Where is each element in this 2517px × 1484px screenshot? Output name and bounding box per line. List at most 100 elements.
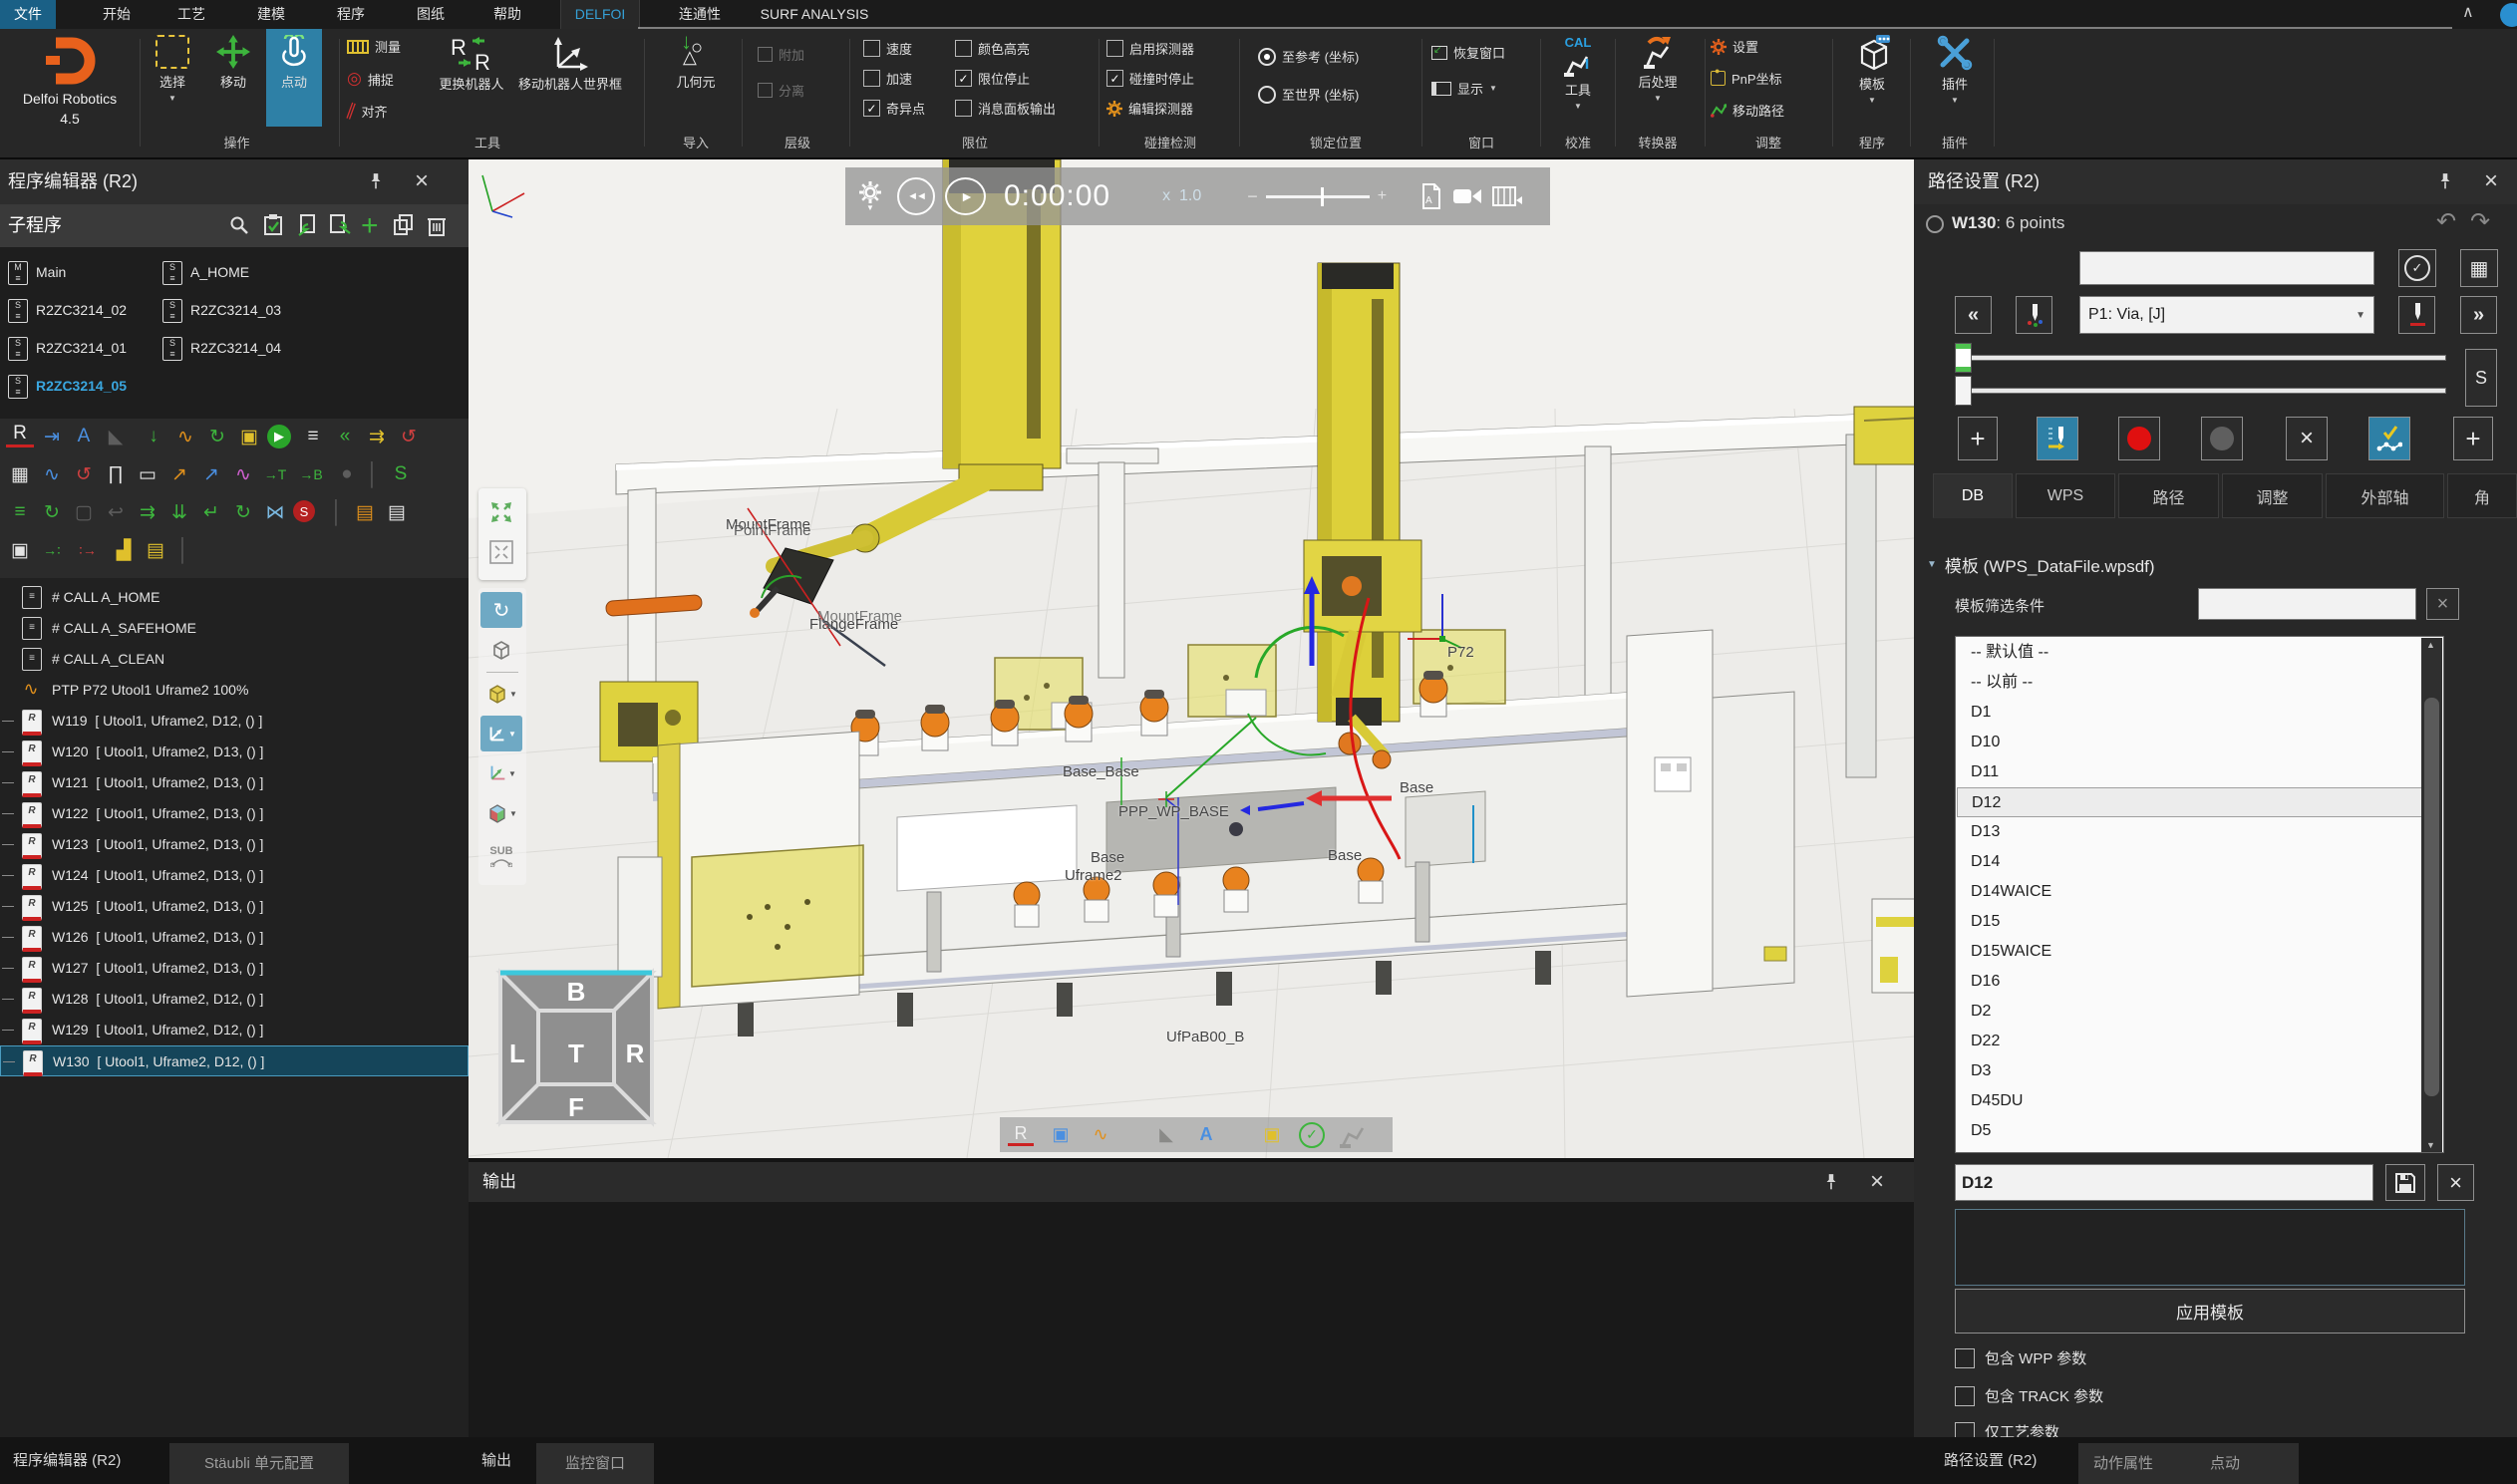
add-subprogram-icon[interactable]: +: [361, 204, 379, 247]
list-item[interactable]: M≡ Main S≡ A_HOME: [0, 257, 469, 287]
list-item[interactable]: S≡ R2ZC3214_01 S≡ R2ZC3214_04: [0, 333, 469, 363]
tab-motion-properties[interactable]: 动作属性: [2093, 1443, 2153, 1484]
branch-icon[interactable]: ⇉: [134, 498, 161, 526]
goto-point-button[interactable]: [2016, 296, 2052, 334]
statement-row-selected[interactable]: RW130 [ Utool1, Uframe2, D12, () ]: [0, 1045, 469, 1076]
postprocess-button[interactable]: 后处理 ▼: [1630, 29, 1686, 131]
show-window-button[interactable]: 显示 ▼: [1431, 79, 1497, 98]
select-button[interactable]: 选择 ▼: [145, 29, 200, 127]
wait-hourglass-icon[interactable]: ⋈: [261, 498, 289, 526]
list-item[interactable]: S≡ R2ZC3214_02 S≡ R2ZC3214_03: [0, 295, 469, 325]
path-slider-track-2[interactable]: [1955, 388, 2446, 394]
attach-button[interactable]: 附加: [758, 45, 804, 64]
robot-config-icon[interactable]: [1339, 1122, 1367, 1148]
path-slider-track-1[interactable]: [1955, 355, 2446, 361]
add-point-before-button[interactable]: +: [1958, 417, 1998, 460]
import-program-icon[interactable]: [297, 214, 319, 236]
frame-select-icon[interactable]: ▣: [1259, 1122, 1285, 1148]
view-cube[interactable]: B L T R F: [492, 967, 660, 1128]
tab-db[interactable]: DB: [1933, 473, 2013, 518]
lock-to-world-radio[interactable]: 至世界 (坐标): [1258, 85, 1359, 104]
paste-check-icon[interactable]: [263, 214, 283, 236]
template-item[interactable]: D14: [1957, 847, 2436, 877]
pnp-coords-button[interactable]: ● PnP坐标: [1711, 69, 1782, 88]
frames-visibility-button[interactable]: ▼: [480, 716, 522, 751]
tab-jog[interactable]: 点动: [2210, 1443, 2240, 1484]
menu-program[interactable]: 程序: [322, 0, 380, 29]
search-icon[interactable]: [229, 215, 249, 235]
menu-file[interactable]: 文件: [0, 0, 56, 29]
collision-enable-checkbox[interactable]: 启用探测器: [1106, 39, 1194, 58]
template-item[interactable]: D14WAICE: [1957, 877, 2436, 907]
swap-robot-button[interactable]: R R 更换机器人: [433, 29, 510, 127]
statement-row[interactable]: RW125 [ Utool1, Uframe2, D13, () ]: [0, 891, 469, 922]
statement-row[interactable]: RW128 [ Utool1, Uframe2, D12, () ]: [0, 984, 469, 1015]
close-icon[interactable]: ×: [2484, 169, 2498, 193]
menu-modeling[interactable]: 建模: [242, 0, 300, 29]
jump-back-icon[interactable]: ↵: [197, 498, 225, 526]
conveyor-icon[interactable]: ⇉: [363, 423, 391, 450]
limit-color-checkbox[interactable]: 颜色高亮: [955, 39, 1030, 58]
limit-stop-checkbox[interactable]: ✓限位停止: [955, 69, 1030, 88]
refresh-icon[interactable]: ↻: [229, 498, 257, 526]
slider-handle[interactable]: [1321, 187, 1324, 206]
speed-slider[interactable]: − +: [1247, 186, 1387, 207]
move-orange-icon[interactable]: ↗: [165, 460, 193, 488]
menu-drawing[interactable]: 图纸: [402, 0, 460, 29]
perspective-cube-button[interactable]: [480, 632, 522, 668]
point-name-input[interactable]: [2079, 251, 2374, 285]
move-robot-worldframe-button[interactable]: 移动机器人世界框: [514, 29, 626, 127]
tab-angle[interactable]: 角: [2447, 473, 2517, 518]
zoom-selected-button[interactable]: [480, 534, 522, 570]
trash-icon[interactable]: [427, 214, 447, 236]
cycle-icon[interactable]: ↺: [395, 423, 423, 450]
weld-mode-icon[interactable]: R: [1008, 1123, 1034, 1146]
template-item[interactable]: -- 以前 --: [1957, 668, 2436, 698]
path-radio[interactable]: [1926, 215, 1944, 238]
zoom-fit-button[interactable]: [480, 494, 522, 530]
jog-button[interactable]: 点动: [266, 29, 322, 127]
limit-accel-checkbox[interactable]: 加速: [863, 69, 912, 88]
chart-icon[interactable]: ▟: [110, 536, 138, 564]
template-description-box[interactable]: [1955, 1209, 2465, 1286]
tab-output-active[interactable]: 输出: [481, 1437, 511, 1484]
weld-tool-icon[interactable]: R: [6, 423, 34, 447]
rewind-button[interactable]: ◄◄: [897, 177, 935, 215]
rewind-icon[interactable]: «: [331, 423, 359, 450]
frame-select-icon[interactable]: ▣: [235, 423, 263, 450]
align-button[interactable]: ∥ 对齐: [347, 101, 388, 121]
statement-row[interactable]: RW119 [ Utool1, Uframe2, D12, () ]: [0, 706, 469, 737]
path-points-icon[interactable]: ∿: [1088, 1122, 1113, 1148]
ribbon-collapse-icon[interactable]: ∧: [2462, 2, 2474, 22]
lines-icon[interactable]: ≡: [6, 498, 34, 526]
tab-path[interactable]: 路径: [2118, 473, 2219, 518]
branch-down-icon[interactable]: ⇊: [165, 498, 193, 526]
menu-surf-analysis[interactable]: SURF ANALYSIS: [740, 0, 889, 29]
text-tool-icon[interactable]: A: [70, 423, 98, 450]
template-item[interactable]: -- 默认值 --: [1957, 638, 2436, 668]
record-point-button[interactable]: [2118, 417, 2160, 460]
menu-delfoi-active-tab[interactable]: DELFOI: [560, 0, 640, 29]
world-axes-button[interactable]: ▼: [480, 755, 522, 791]
template-listbox[interactable]: -- 默认值 -- -- 以前 -- D1 D10 D11 D12 D13 D1…: [1955, 636, 2444, 1153]
pin-icon[interactable]: [367, 172, 385, 190]
restore-window-button[interactable]: ↙ 恢复窗口: [1431, 43, 1505, 62]
copy-icon[interactable]: [393, 214, 415, 236]
play-icon[interactable]: ▶: [267, 425, 291, 448]
plus-icon[interactable]: +: [1378, 187, 1387, 205]
grid-icon[interactable]: ▦: [6, 460, 34, 488]
viewport-3d[interactable]: MountFrame PointFrame MountFrame FlangeF…: [469, 159, 1914, 1158]
limit-msg-checkbox[interactable]: 消息面板输出: [955, 99, 1056, 118]
tab-external-axis[interactable]: 外部轴: [2326, 473, 2444, 518]
tab-path-settings-active[interactable]: 路径设置 (R2): [1944, 1437, 2037, 1484]
ramp-tool-icon[interactable]: ◣: [102, 423, 130, 450]
undo-icon[interactable]: ↶: [2436, 207, 2456, 236]
template-item[interactable]: D11: [1957, 757, 2436, 787]
ptp-path-icon[interactable]: ∿: [171, 423, 199, 450]
statement-row[interactable]: RW127 [ Utool1, Uframe2, D13, () ]: [0, 953, 469, 984]
verify-path-button[interactable]: [2368, 417, 2410, 460]
subprogram-export-icon[interactable]: S: [387, 460, 415, 488]
rgb-cube-button[interactable]: ▼: [480, 795, 522, 831]
check-ok-icon[interactable]: ✓: [1299, 1122, 1325, 1148]
apply-template-button[interactable]: 应用模板: [1955, 1289, 2465, 1334]
